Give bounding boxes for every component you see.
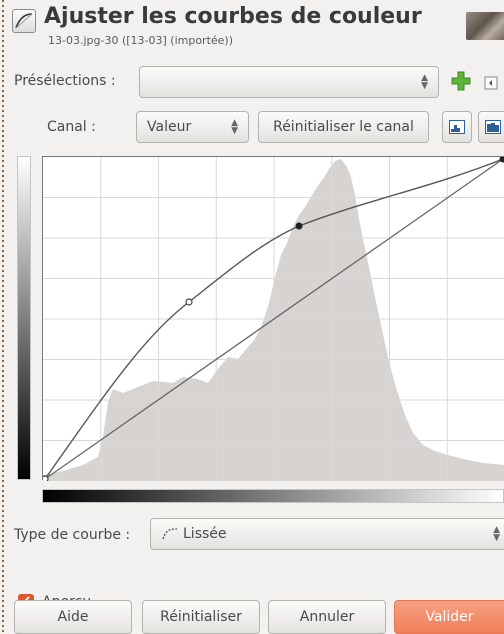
channel-label: Canal : [47,119,96,135]
curve-point-start[interactable] [41,475,49,483]
cancel-button[interactable]: Annuler [268,600,386,634]
ok-button[interactable]: Valider [394,600,504,634]
curves-icon [12,9,36,33]
reset-button[interactable]: Réinitialiser [142,600,260,634]
spin-arrows-icon: ▲ ▼ [493,525,500,543]
add-preset-button[interactable] [450,70,472,92]
plus-icon [451,71,471,91]
curve-point-mid[interactable] [185,298,193,306]
menu-arrow-icon [484,76,498,90]
curve-type-combo[interactable]: Lissée ▲ ▼ [150,518,504,550]
curve-point-selected[interactable] [295,222,303,230]
spin-arrows-icon: ▲ ▼ [231,118,238,136]
curve-point-end[interactable] [499,155,504,163]
presets-combo[interactable]: ▲ ▼ [139,66,439,98]
image-thumbnail [466,12,504,40]
presets-label: Présélections : [14,73,116,89]
help-button[interactable]: Aide [14,600,132,634]
curve-type-label: Type de courbe : [14,527,131,543]
output-gradient-bar [17,156,31,480]
reset-channel-button[interactable]: Réinitialiser le canal [258,111,429,143]
smooth-curve-icon [162,528,178,540]
linear-histogram-icon [449,120,465,134]
curve-canvas[interactable] [41,155,504,483]
curve-graph[interactable] [41,155,504,483]
log-histogram-button[interactable] [478,111,504,143]
window-edge [0,0,7,633]
channel-combo[interactable]: Valeur ▲ ▼ [136,111,249,143]
curve-type-value: Lissée [183,526,227,542]
linear-histogram-button[interactable] [442,111,472,143]
dialog-subtitle: 13-03.jpg-30 ([13-03] (importée)) [48,34,234,47]
input-gradient-bar [42,489,504,503]
log-histogram-icon [485,120,501,134]
spin-arrows-icon: ▲ ▼ [421,73,428,91]
dialog-title: Ajuster les courbes de couleur [44,4,422,29]
channel-value: Valeur [147,119,192,135]
preset-menu-button[interactable] [484,75,498,90]
